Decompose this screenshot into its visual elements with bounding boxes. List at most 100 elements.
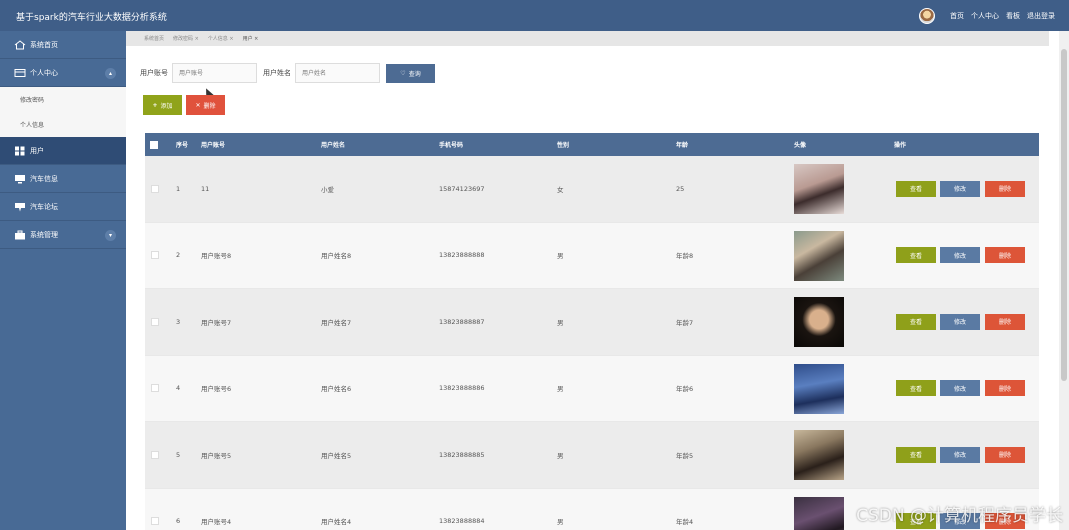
app-title: 基于spark的汽车行业大数据分析系统 bbox=[16, 13, 167, 23]
avatar-photo bbox=[794, 297, 844, 347]
add-button[interactable]: + 添加 bbox=[143, 95, 182, 115]
search-form: 用户账号 用户姓名 ♡ 查询 bbox=[140, 63, 435, 83]
grid-icon bbox=[14, 146, 26, 156]
plus-icon: + bbox=[152, 101, 158, 109]
avatar-photo bbox=[794, 363, 844, 414]
cell-no: 5 bbox=[176, 450, 181, 459]
breadcrumb-tab-personal-info[interactable]: 个人信息 × bbox=[208, 35, 234, 42]
sidebar-item-label: 汽车信息 bbox=[30, 174, 58, 183]
cell-age: 年龄4 bbox=[676, 518, 694, 527]
batch-delete-button[interactable]: ✕ 删除 bbox=[186, 95, 225, 115]
cell-no: 2 bbox=[176, 251, 181, 260]
avatar-photo bbox=[794, 430, 844, 480]
cell-phone: 13823888884 bbox=[439, 517, 485, 526]
select-all-checkbox[interactable] bbox=[150, 141, 158, 149]
delete-button[interactable]: 删除 bbox=[985, 446, 1025, 463]
sidebar-item-car-info[interactable]: 汽车信息 bbox=[0, 165, 126, 193]
cell-age: 年龄5 bbox=[676, 451, 694, 460]
edit-button[interactable]: 修改 bbox=[940, 380, 980, 397]
sidebar-item-car-forum[interactable]: 汽车论坛 bbox=[0, 193, 126, 221]
personal-center-submenu: 修改密码 个人信息 bbox=[0, 87, 126, 137]
row-checkbox[interactable] bbox=[151, 384, 159, 393]
edit-button[interactable]: 修改 bbox=[940, 313, 980, 330]
name-label: 用户姓名 bbox=[263, 69, 291, 77]
cell-phone: 13823888886 bbox=[439, 384, 485, 393]
nav-home-link[interactable]: 首页 bbox=[950, 11, 964, 21]
chevron-down-icon[interactable]: ▾ bbox=[105, 230, 116, 241]
table-row: 1 11 小爱 15874123697 女 25 查看 修改 删除 bbox=[145, 156, 1039, 223]
account-label: 用户账号 bbox=[140, 69, 168, 77]
user-avatar[interactable] bbox=[919, 8, 935, 24]
col-header-actions: 操作 bbox=[894, 142, 907, 149]
delete-button[interactable]: 删除 bbox=[985, 313, 1025, 330]
table-row: 2 用户账号8 用户姓名8 13823888888 男 年龄8 查看 修改 删除 bbox=[145, 222, 1039, 289]
breadcrumb: 系统首页 修改密码 × 个人信息 × 用户 × bbox=[126, 31, 1049, 46]
view-button[interactable]: 查看 bbox=[896, 247, 936, 264]
cell-name: 用户姓名8 bbox=[321, 252, 352, 261]
close-icon: ✕ bbox=[195, 101, 201, 109]
user-table: 序号 用户账号 用户姓名 手机号码 性别 年龄 头像 操作 1 11 小爱 15… bbox=[145, 133, 1039, 530]
cell-no: 1 bbox=[176, 184, 181, 193]
cell-name: 用户姓名4 bbox=[321, 518, 352, 527]
breadcrumb-tab-change-password[interactable]: 修改密码 × bbox=[173, 35, 199, 42]
submenu-item-change-password[interactable]: 修改密码 bbox=[0, 87, 126, 112]
sidebar-item-user[interactable]: 用户 bbox=[0, 137, 126, 165]
heart-icon: ♡ bbox=[400, 69, 406, 77]
cell-account: 用户账号7 bbox=[201, 318, 232, 327]
row-checkbox[interactable] bbox=[151, 450, 159, 459]
view-button[interactable]: 查看 bbox=[896, 180, 936, 197]
sidebar-item-label: 个人中心 bbox=[30, 68, 58, 77]
view-button[interactable]: 查看 bbox=[896, 313, 936, 330]
cell-age: 年龄8 bbox=[676, 252, 694, 261]
edit-button[interactable]: 修改 bbox=[940, 180, 980, 197]
cell-gender: 男 bbox=[557, 451, 564, 460]
nav-logout-link[interactable]: 退出登录 bbox=[1027, 11, 1055, 21]
sidebar-item-home[interactable]: 系统首页 bbox=[0, 31, 126, 59]
scrollbar-thumb[interactable] bbox=[1061, 49, 1067, 381]
edit-button[interactable]: 修改 bbox=[940, 247, 980, 264]
sidebar-item-label: 系统管理 bbox=[30, 230, 58, 239]
row-checkbox[interactable] bbox=[151, 317, 159, 326]
forum-icon bbox=[14, 202, 26, 212]
vertical-scrollbar[interactable] bbox=[1059, 31, 1069, 530]
home-icon bbox=[14, 39, 26, 50]
table-row: 4 用户账号6 用户姓名6 13823888886 男 年龄6 查看 修改 删除 bbox=[145, 355, 1039, 422]
view-button[interactable]: 查看 bbox=[896, 446, 936, 463]
submenu-item-personal-info[interactable]: 个人信息 bbox=[0, 112, 126, 137]
cell-gender: 男 bbox=[557, 385, 564, 394]
sidebar-item-label: 汽车论坛 bbox=[30, 202, 58, 211]
account-search-input[interactable] bbox=[172, 63, 257, 83]
cell-no: 6 bbox=[176, 517, 181, 526]
sidebar-item-system-management[interactable]: 系统管理 ▾ bbox=[0, 221, 126, 249]
table-row: 3 用户账号7 用户姓名7 13823888887 男 年龄7 查看 修改 删除 bbox=[145, 289, 1039, 356]
delete-button[interactable]: 删除 bbox=[985, 247, 1025, 264]
row-checkbox[interactable] bbox=[151, 251, 159, 260]
name-search-input[interactable] bbox=[295, 63, 380, 83]
watermark-text: CSDN @计算机程序员学长 bbox=[856, 506, 1063, 526]
delete-button[interactable]: 删除 bbox=[985, 180, 1025, 197]
cell-gender: 女 bbox=[557, 185, 564, 194]
cell-age: 25 bbox=[676, 184, 685, 193]
sidebar-item-label: 系统首页 bbox=[30, 40, 58, 49]
nav-dashboard-link[interactable]: 看板 bbox=[1006, 11, 1020, 21]
avatar-photo bbox=[794, 230, 844, 281]
search-button-label: 查询 bbox=[408, 70, 421, 78]
cell-account: 用户账号5 bbox=[201, 451, 232, 460]
action-bar: + 添加 ✕ 删除 bbox=[143, 95, 229, 115]
sidebar-item-label: 用户 bbox=[30, 146, 44, 155]
chevron-up-icon[interactable]: ▴ bbox=[105, 68, 116, 79]
cell-gender: 男 bbox=[557, 252, 564, 261]
breadcrumb-tab-user[interactable]: 用户 × bbox=[243, 35, 259, 42]
top-header: 基于spark的汽车行业大数据分析系统 首页 个人中心 看板 退出登录 bbox=[0, 0, 1069, 31]
view-button[interactable]: 查看 bbox=[896, 380, 936, 397]
edit-button[interactable]: 修改 bbox=[940, 446, 980, 463]
search-button[interactable]: ♡ 查询 bbox=[386, 63, 435, 83]
nav-profile-link[interactable]: 个人中心 bbox=[971, 11, 999, 21]
row-checkbox[interactable] bbox=[151, 184, 159, 193]
breadcrumb-home[interactable]: 系统首页 bbox=[144, 35, 164, 42]
row-checkbox[interactable] bbox=[151, 517, 159, 526]
delete-button[interactable]: 删除 bbox=[985, 380, 1025, 397]
col-header-phone: 手机号码 bbox=[439, 142, 464, 149]
cell-account: 用户账号4 bbox=[201, 518, 232, 527]
sidebar-item-personal-center[interactable]: 个人中心 ▴ bbox=[0, 59, 126, 87]
